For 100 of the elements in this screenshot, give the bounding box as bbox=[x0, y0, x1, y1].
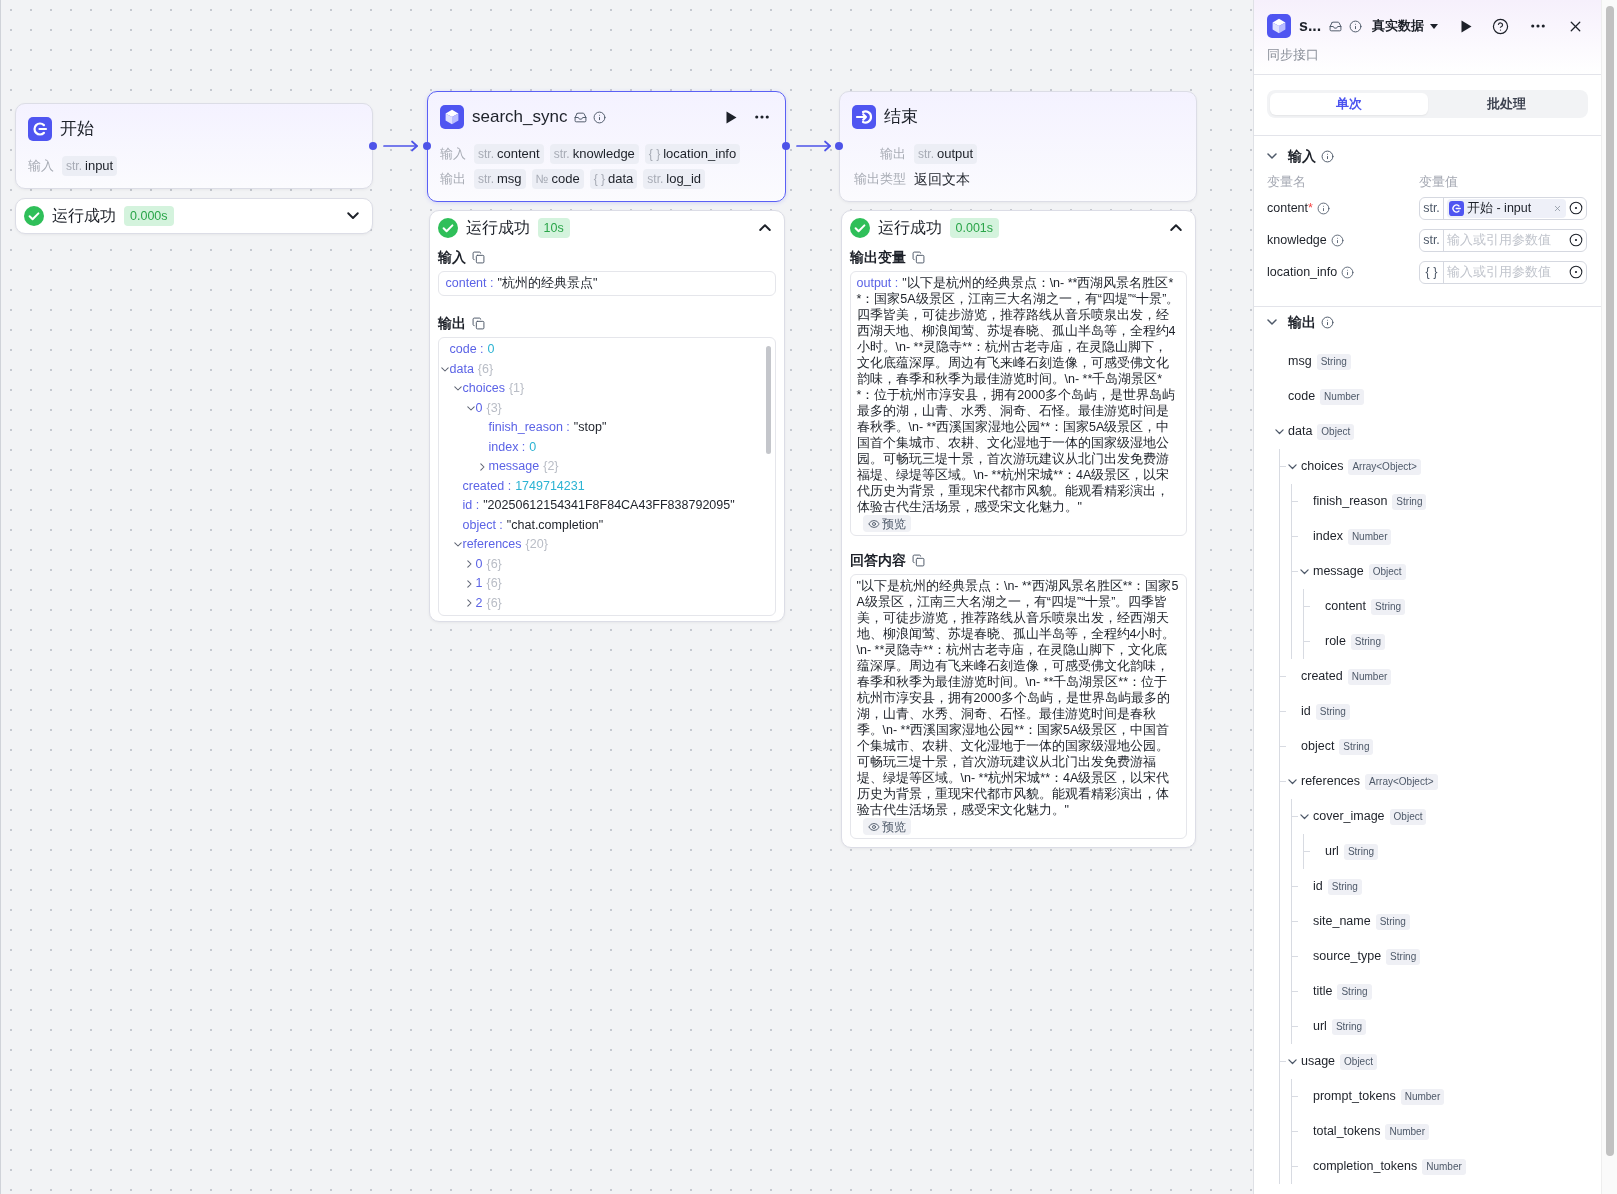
field-name: url bbox=[1313, 1018, 1327, 1036]
chevron-up-icon[interactable] bbox=[758, 224, 771, 232]
duration-badge: 0.000s bbox=[124, 206, 174, 226]
circle-dot-icon[interactable] bbox=[1569, 201, 1583, 215]
type-label: str. bbox=[66, 158, 82, 175]
chevron-down-icon[interactable] bbox=[1287, 1058, 1297, 1065]
field-name: msg bbox=[1288, 353, 1312, 371]
item-count: {6} bbox=[486, 575, 502, 593]
field-name: usage bbox=[1301, 1053, 1336, 1071]
type-label: { } bbox=[1420, 261, 1444, 283]
type-badge: Number bbox=[1347, 668, 1392, 685]
chevron-down-icon[interactable] bbox=[1287, 463, 1297, 470]
variable-name: location_info bbox=[1267, 263, 1338, 281]
chevron-right-icon[interactable] bbox=[466, 599, 472, 608]
info-icon[interactable] bbox=[1341, 265, 1355, 279]
chevron-down-icon[interactable] bbox=[1274, 428, 1284, 435]
json-key: created : bbox=[462, 476, 512, 496]
field-name: completion_tokens bbox=[1313, 1158, 1418, 1176]
help-icon[interactable] bbox=[1492, 17, 1509, 35]
circle-dot-icon[interactable] bbox=[1569, 265, 1583, 279]
value-field[interactable]: str. 输入或引用参数值 bbox=[1419, 228, 1587, 252]
node-card[interactable]: 开始 输入 str. input bbox=[15, 103, 373, 189]
mode-dropdown[interactable]: 真实数据 bbox=[1372, 14, 1439, 38]
chevron-down-icon[interactable] bbox=[1299, 813, 1309, 820]
info-icon[interactable] bbox=[593, 110, 607, 124]
type-badge: String bbox=[1327, 878, 1362, 895]
reference-text: 开始 - input bbox=[1467, 199, 1532, 217]
type-label: { } bbox=[648, 146, 661, 163]
chevron-right-icon[interactable] bbox=[466, 560, 472, 569]
caret-icon bbox=[1430, 23, 1439, 29]
reference-tag[interactable]: 开始 - input bbox=[1447, 198, 1566, 218]
json-key: 0 bbox=[475, 398, 483, 418]
field-name: total_tokens bbox=[1313, 1123, 1381, 1141]
value-field[interactable]: str. 开始 - input bbox=[1419, 196, 1587, 220]
info-icon[interactable] bbox=[1321, 315, 1334, 329]
item-count: {6} bbox=[477, 360, 494, 378]
json-key: code : bbox=[449, 340, 484, 360]
panel-subtitle: 同步接口 bbox=[1267, 46, 1320, 64]
preview-button[interactable]: 预览 bbox=[862, 818, 911, 835]
status-text: 运行成功 bbox=[465, 218, 530, 238]
copy-icon[interactable] bbox=[471, 250, 485, 264]
type-label: str. bbox=[918, 146, 934, 163]
item-count: {6} bbox=[486, 555, 502, 573]
type-badge: Number bbox=[1400, 1088, 1445, 1105]
chevron-down-icon[interactable] bbox=[1267, 319, 1277, 325]
tray-icon bbox=[574, 110, 588, 124]
play-icon[interactable] bbox=[725, 110, 737, 124]
field-name: object bbox=[1301, 738, 1335, 756]
circle-dot-icon[interactable] bbox=[1569, 233, 1583, 247]
chevron-up-icon[interactable] bbox=[1169, 224, 1182, 232]
info-icon[interactable] bbox=[1349, 19, 1363, 33]
field-name: index bbox=[1313, 528, 1343, 546]
number-value: 0 bbox=[487, 341, 495, 359]
field-name: choices bbox=[1301, 458, 1344, 476]
copy-icon[interactable] bbox=[911, 553, 925, 567]
json-key: choices bbox=[462, 379, 505, 399]
column-header: 变量名 bbox=[1267, 173, 1307, 191]
field-name: source_type bbox=[1313, 948, 1382, 966]
chevron-down-icon[interactable] bbox=[1287, 778, 1297, 785]
copy-icon[interactable] bbox=[911, 250, 925, 264]
chevron-down-icon[interactable] bbox=[347, 212, 359, 220]
info-icon[interactable] bbox=[1316, 201, 1330, 215]
json-key: message bbox=[488, 457, 540, 477]
json-key: index : bbox=[488, 437, 526, 457]
string-value: "20250612154341F8F84CA43FF838792095" bbox=[483, 497, 735, 515]
duration-badge: 0.001s bbox=[949, 218, 1000, 238]
node-card[interactable]: 结束 输出 str. output 输出类型 返回文本 bbox=[839, 91, 1197, 202]
string-value: "stop" bbox=[573, 419, 607, 437]
node-card[interactable]: search_sync 输入 str. content str. knowledge { } location_info 输出 str. msg № code { } data str. log_id bbox=[427, 91, 786, 202]
tab[interactable]: 单次 bbox=[1270, 93, 1428, 115]
section-title: 输出变量 bbox=[849, 247, 906, 267]
field-name: code bbox=[1288, 388, 1316, 406]
chevron-right-icon[interactable] bbox=[466, 579, 472, 588]
required-mark: * bbox=[1308, 199, 1313, 217]
number-value: 0 bbox=[529, 438, 537, 456]
tab[interactable]: 批处理 bbox=[1427, 93, 1585, 115]
connector-arrow bbox=[383, 140, 419, 152]
connector-arrow bbox=[796, 140, 832, 152]
chevron-down-icon[interactable] bbox=[1267, 153, 1277, 159]
section-title: 输入 bbox=[437, 247, 466, 267]
type-label: str. bbox=[1420, 229, 1444, 251]
param-name: knowledge bbox=[572, 145, 635, 164]
chevron-down-icon[interactable] bbox=[1299, 568, 1309, 575]
param-name: msg bbox=[497, 170, 522, 189]
type-label: { } bbox=[593, 171, 605, 188]
info-icon[interactable] bbox=[1330, 233, 1344, 247]
copy-icon[interactable] bbox=[471, 316, 485, 330]
field-name: content bbox=[1325, 598, 1366, 616]
preview-button[interactable]: 预览 bbox=[862, 515, 911, 532]
param-name: content bbox=[497, 145, 540, 164]
node-title: 结束 bbox=[884, 106, 918, 129]
param-name: data bbox=[608, 170, 634, 189]
value-field[interactable]: { } 输入或引用参数值 bbox=[1419, 260, 1587, 284]
output-type-value: 返回文本 bbox=[914, 169, 970, 189]
chevron-right-icon[interactable] bbox=[479, 462, 485, 471]
output-text: output : "以下是杭州的经典景点：\n- **西湖风景名胜区**：国家5A级景区，江南三大名湖之一，有“四堤”“十景”。四季皆美，可徒步游览，推荐路线从音乐喷泉出发，经西湖天地、柳浪闻莺、苏堤春晓、孤山半岛等，全程约4小时。\n- **灵隐寺**：杭州古老寺庙，在灵隐山脚下，文化底蕴深厚。周边有飞来峰石刻造像，可感受佛文化韵味，春季和秋季为最佳游览时间。\n- **千岛湖景区**：位于杭州市淳安县，拥有2000多个岛屿，是世界岛屿最多的湖，山青、水秀、洞奇、石怪。最佳游览时间是春秋季。\n- **西溪国家湿地公园**：国家5A级景区，中国首个集城市、农耕、文化湿地于一体的国家级湿地公园。可畅玩三堤十景，首次游玩建议从北门出发免费游福堤、绿堤等区域。\n- **杭州宋城**：4A级景区，以宋代历史为背景，重现宋代都市风貌。能观看精彩演出，体验古代生活场景，感受宋文化魅力。" bbox=[856, 275, 1180, 515]
field-name: site_name bbox=[1313, 913, 1371, 931]
play-icon[interactable] bbox=[1460, 19, 1472, 33]
field-name: data bbox=[1288, 423, 1313, 441]
info-icon[interactable] bbox=[1321, 149, 1334, 163]
